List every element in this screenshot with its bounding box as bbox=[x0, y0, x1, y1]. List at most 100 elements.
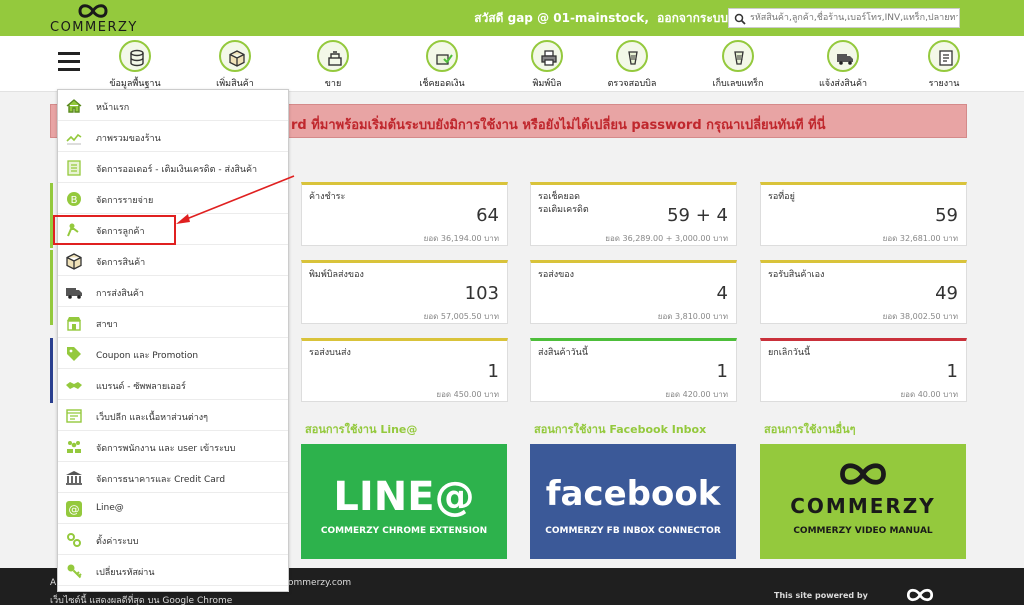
nav-item[interactable]: แจ้งส่งสินค้า bbox=[793, 40, 893, 90]
tag-icon bbox=[64, 344, 84, 364]
stat-card[interactable]: ยกเลิกวันนี้ 1 ยอด 40.00 บาท bbox=[760, 338, 967, 402]
web-icon bbox=[64, 406, 84, 426]
stat-card-value: 1 bbox=[946, 361, 958, 382]
banner-subtitle: COMMERZY FB INBOX CONNECTOR bbox=[545, 526, 721, 536]
banner-title: COMMERZY bbox=[790, 494, 936, 518]
nav-item-label: ข้อมูลพื้นฐาน bbox=[109, 79, 161, 89]
tutorial-banner[interactable]: facebook COMMERZY FB INBOX CONNECTOR bbox=[530, 444, 736, 559]
menu-item[interactable]: ตั้งค่าระบบ bbox=[58, 524, 288, 555]
stat-card-sub: ยอด 450.00 บาท bbox=[436, 390, 499, 399]
barcode-scan-icon bbox=[722, 40, 754, 72]
home-icon bbox=[64, 96, 84, 116]
tutorial-banner[interactable]: COMMERZY COMMERZY VIDEO MANUAL bbox=[760, 444, 966, 559]
truck-icon bbox=[827, 40, 859, 72]
staff-icon bbox=[64, 437, 84, 457]
menu-item[interactable]: หน้าแรก bbox=[58, 90, 288, 121]
annotation-arrow-icon bbox=[176, 175, 295, 224]
nav-item[interactable]: รายงาน bbox=[894, 40, 994, 90]
menu-item-label: หน้าแรก bbox=[96, 103, 130, 113]
stat-card-title: ยกเลิกวันนี้ bbox=[768, 348, 811, 358]
stat-card[interactable]: รอส่งของ 4 ยอด 3,810.00 บาท bbox=[530, 260, 737, 324]
report-icon bbox=[928, 40, 960, 72]
stat-card-value: 103 bbox=[464, 283, 499, 304]
nav-item[interactable]: ข้อมูลพื้นฐาน bbox=[85, 40, 185, 90]
menu-item-label: จัดการสินค้า bbox=[96, 258, 146, 268]
tutorial-heading: สอนการใช้งาน Facebook Inbox bbox=[534, 423, 707, 436]
at-icon: @ bbox=[64, 499, 84, 519]
footer-browser-note: เว็บไซต์นี้ แสดงผลดีที่สุด บน Google Chr… bbox=[50, 596, 233, 605]
banner-title: LINE@ bbox=[333, 474, 475, 520]
nav-item[interactable]: เพิ่มสินค้า bbox=[185, 40, 285, 90]
nav-item[interactable]: ตรวจสอบบิล bbox=[582, 40, 682, 90]
footer-powered-by: This site powered by bbox=[774, 591, 868, 600]
menu-item[interactable]: จัดการพนักงาน และ user เข้าระบบ bbox=[58, 431, 288, 462]
hamburger-menu-icon[interactable] bbox=[58, 52, 80, 72]
commerzy-logo[interactable]: COMMERZY bbox=[48, 0, 140, 36]
menu-item[interactable]: จัดการธนาคารและ Credit Card bbox=[58, 462, 288, 493]
stat-card[interactable]: ค้างชำระ 64 ยอด 36,194.00 บาท bbox=[301, 182, 508, 246]
alert-text[interactable]: rd ที่มาพร้อมเริ่มต้นระบบยังมิการใช้งาน … bbox=[291, 114, 826, 135]
stat-card-sub: ยอด 38,002.50 บาท bbox=[882, 312, 958, 321]
menu-item[interactable]: Coupon และ Promotion bbox=[58, 338, 288, 369]
stat-card[interactable]: พิมพ์บิลส่งของ 103 ยอด 57,005.50 บาท bbox=[301, 260, 508, 324]
menu-item-label: การส่งสินค้า bbox=[96, 289, 144, 299]
banner-subtitle: COMMERZY VIDEO MANUAL bbox=[793, 526, 933, 536]
menu-item[interactable]: เว็บปลีก และเนื้อหาส่วนต่างๆ bbox=[58, 400, 288, 431]
search-box bbox=[728, 8, 960, 28]
menu-item[interactable]: จัดการสินค้า bbox=[58, 245, 288, 276]
settings-icon bbox=[64, 530, 84, 550]
menu-item-label: Coupon และ Promotion bbox=[96, 351, 199, 361]
menu-item[interactable]: @ Line@ bbox=[58, 493, 288, 524]
tutorial-heading: สอนการใช้งาน Line@ bbox=[305, 423, 418, 436]
stat-card[interactable]: รอเช็คยอด รอเติมเครดิต 59 + 4 ยอด 36,289… bbox=[530, 182, 737, 246]
menu-item-label: แบรนด์ - ซัพพลายเออร์ bbox=[96, 382, 186, 392]
stat-card-title: รอที่อยู่ bbox=[768, 192, 795, 202]
sidebar-dropdown-menu: หน้าแรก ภาพรวมของร้าน จัดการออเดอร์ - เต… bbox=[57, 89, 289, 592]
menu-item-label: ตั้งค่าระบบ bbox=[96, 537, 139, 547]
search-icon bbox=[734, 13, 746, 25]
stat-card-sub: ยอด 40.00 บาท bbox=[900, 390, 958, 399]
menu-item[interactable]: ภาพรวมของร้าน bbox=[58, 121, 288, 152]
stat-card-sub: ยอด 3,810.00 บาท bbox=[657, 312, 728, 321]
menu-item[interactable]: การส่งสินค้า bbox=[58, 276, 288, 307]
banner-title: facebook bbox=[545, 474, 721, 514]
search-input[interactable] bbox=[750, 9, 958, 27]
footer-email[interactable]: ommerzy.com bbox=[288, 578, 351, 588]
nav-item[interactable]: ขาย bbox=[283, 40, 383, 90]
nav-item-label: เช็คยอดเงิน bbox=[419, 79, 465, 89]
stat-card-title: รอส่งของ bbox=[538, 270, 575, 280]
scale-icon bbox=[317, 40, 349, 72]
logout-link[interactable]: ออกจากระบบ bbox=[657, 11, 728, 25]
stat-card-sub: ยอด 57,005.50 บาท bbox=[423, 312, 499, 321]
stat-card[interactable]: ส่งสินค้าวันนี้ 1 ยอด 420.00 บาท bbox=[530, 338, 737, 402]
nav-item[interactable]: เช็คยอดเงิน bbox=[392, 40, 492, 90]
nav-item[interactable]: เก็บเลขแทร็ก bbox=[688, 40, 788, 90]
stat-card-sub: ยอด 420.00 บาท bbox=[665, 390, 728, 399]
database-icon bbox=[119, 40, 151, 72]
menu-item[interactable]: เปลี่ยนรหัสผ่าน bbox=[58, 555, 288, 586]
menu-item-label: เว็บปลีก และเนื้อหาส่วนต่างๆ bbox=[96, 413, 208, 423]
menu-item[interactable]: สาขา bbox=[58, 307, 288, 338]
stat-card[interactable]: รอรับสินค้าเอง 49 ยอด 38,002.50 บาท bbox=[760, 260, 967, 324]
stat-card-value: 1 bbox=[716, 361, 728, 382]
stat-card-title: ส่งสินค้าวันนี้ bbox=[538, 348, 588, 358]
stat-card-value: 4 bbox=[716, 283, 728, 304]
main-nav: ข้อมูลพื้นฐาน เพิ่มสินค้า ขาย เช็คยอดเงิ… bbox=[0, 36, 1024, 92]
footer-prefix: A bbox=[50, 578, 57, 588]
stat-card[interactable]: รอที่อยู่ 59 ยอด 32,681.00 บาท bbox=[760, 182, 967, 246]
banner-subtitle: COMMERZY CHROME EXTENSION bbox=[320, 526, 488, 536]
stat-card-sub: ยอด 36,289.00 + 3,000.00 บาท bbox=[605, 234, 728, 243]
menu-item[interactable]: แบรนด์ - ซัพพลายเออร์ bbox=[58, 369, 288, 400]
menu-item-label: เปลี่ยนรหัสผ่าน bbox=[96, 568, 155, 578]
side-card bbox=[50, 250, 53, 325]
nav-item-label: เพิ่มสินค้า bbox=[216, 79, 254, 89]
menu-item-label: สาขา bbox=[96, 320, 118, 330]
menu-item-label: จัดการพนักงาน และ user เข้าระบบ bbox=[96, 444, 236, 454]
box-icon bbox=[219, 40, 251, 72]
nav-item-label: ขาย bbox=[324, 79, 342, 89]
greeting: สวัสดี gap @ 01-mainstock, ออกจากระบบ bbox=[474, 9, 728, 28]
stat-card-value: 64 bbox=[476, 205, 499, 226]
svg-text:@: @ bbox=[69, 503, 80, 516]
tutorial-banner[interactable]: LINE@ COMMERZY CHROME EXTENSION bbox=[301, 444, 507, 559]
stat-card[interactable]: รอส่งบนส่ง 1 ยอด 450.00 บาท bbox=[301, 338, 508, 402]
